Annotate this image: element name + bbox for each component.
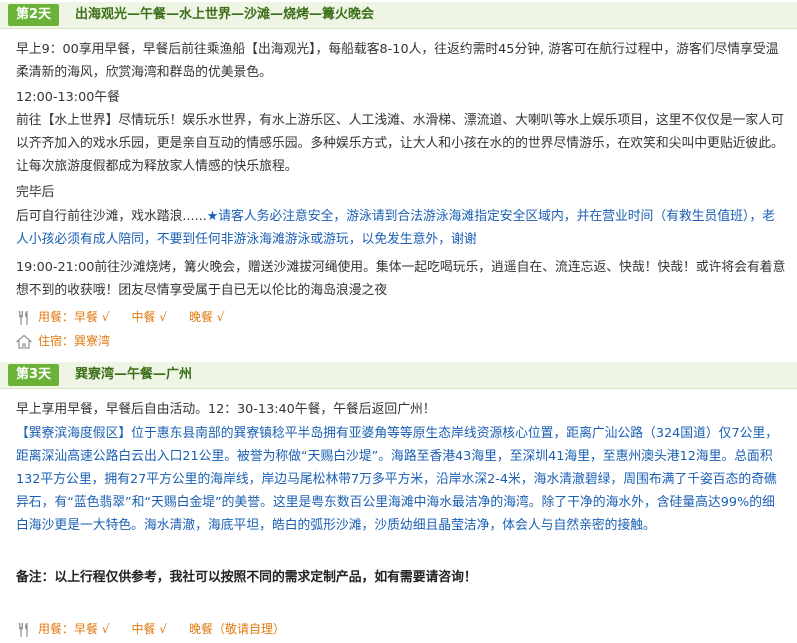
- day2-meal-lunch: 中餐 √: [131, 310, 167, 324]
- day2-paragraph-5: 后可自行前往沙滩，戏水踏浪......★请客人务必注意安全，游泳请到合法游泳海滩…: [16, 205, 786, 251]
- day3-header: 第3天 巽寮湾—午餐—广州: [0, 362, 797, 389]
- day2-badge: 第2天: [8, 4, 60, 26]
- day3-paragraph-2: 【巽寮滨海度假区】位于惠东县南部的巽寮镇稔平半岛拥有亚婆角等等原生态岸线资源核心…: [16, 426, 778, 533]
- day3-badge: 第3天: [8, 364, 60, 386]
- fork-knife-icon: [19, 622, 28, 637]
- day2-paragraph-1: 早上9：00享用早餐，早餐后前往乘渔船【出海观光】，每船载客8-10人，往返约需…: [16, 42, 779, 80]
- day3-meal-row: 用餐：早餐 √ 中餐 √ 晚餐（敬请自理）: [16, 618, 307, 640]
- day3-paragraph-1: 早上享用早餐，早餐后自由活动。12：30-13:40午餐，午餐后返回广州！: [16, 402, 436, 417]
- day2-paragraph-2: 12:00-13:00午餐: [16, 90, 120, 105]
- day2-meal-breakfast: 用餐：早餐 √: [38, 310, 110, 324]
- day2-hotel-row: 住宿：巽寮湾: [16, 330, 110, 352]
- day3-note: 备注：以上行程仅供参考，我社可以按照不同的需求定制产品，如有需要请咨询！: [16, 570, 477, 585]
- day3-title: 巽寮湾—午餐—广州: [75, 367, 193, 382]
- house-icon: [16, 334, 32, 349]
- day2-meal-dinner: 晚餐 √: [188, 310, 225, 324]
- day2-paragraph-5-intro: 后可自行前往沙滩，戏水踏浪......: [16, 209, 207, 224]
- day2-header: 第2天 出海观光—午餐—水上世界—沙滩—烧烤—篝火晚会: [0, 2, 797, 29]
- day3-meal-lunch: 中餐 √: [131, 622, 167, 636]
- day3-meal-dinner: 晚餐（敬请自理）: [188, 622, 285, 636]
- fork-knife-icon: [19, 310, 28, 325]
- day2-paragraph-4: 完毕后: [16, 185, 55, 200]
- day2-paragraph-6: 19:00-21:00前往沙滩烧烤，篝火晚会，赠送沙滩拔河绳使用。集体一起吃喝玩…: [16, 260, 786, 298]
- day2-hotel: 住宿：巽寮湾: [38, 334, 111, 348]
- day2-title: 出海观光—午餐—水上世界—沙滩—烧烤—篝火晚会: [75, 7, 375, 22]
- day2-paragraph-3: 前往【水上世界】尽情玩乐！娱乐水世界，有水上游乐区、人工浅滩、水滑梯、漂流道、大…: [16, 113, 784, 174]
- day3-meal-breakfast: 用餐：早餐 √: [38, 622, 110, 636]
- day2-meal-row: 用餐：早餐 √ 中餐 √ 晚餐 √: [16, 306, 246, 328]
